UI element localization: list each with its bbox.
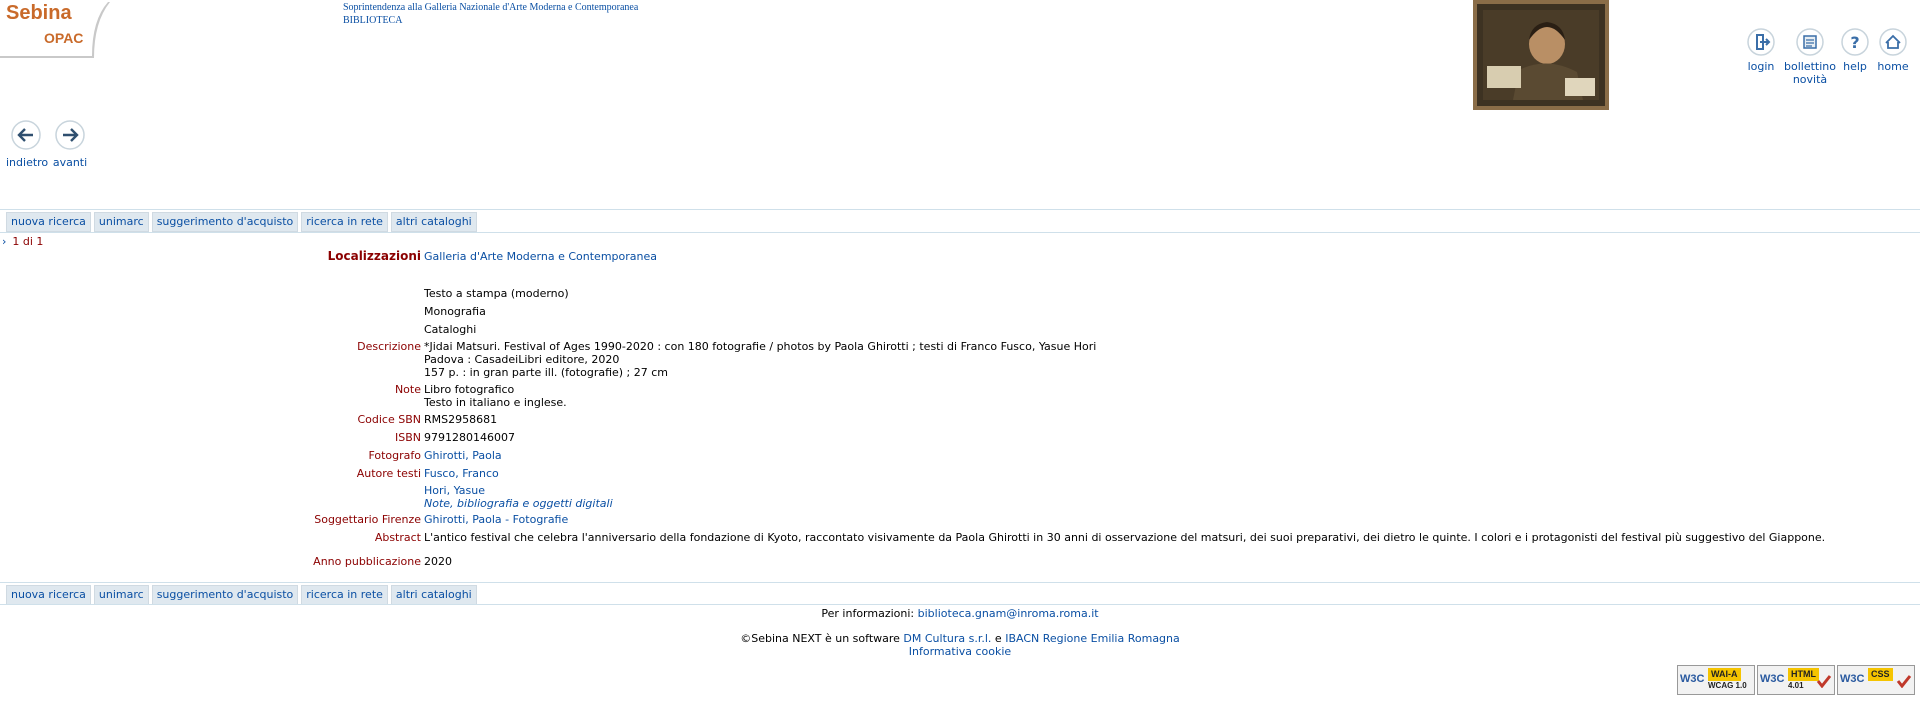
- back-label: indietro: [6, 156, 49, 169]
- label-localizzazioni: Localizzazioni: [327, 249, 421, 263]
- note-line-2: Testo in italiano e inglese.: [424, 396, 567, 409]
- badge-css[interactable]: W3C CSS: [1837, 665, 1915, 695]
- chevron-right-icon[interactable]: ›: [2, 235, 6, 248]
- label-anno: Anno pubblicazione: [313, 555, 421, 568]
- value-fotografo[interactable]: Ghirotti, Paola: [424, 449, 502, 462]
- record-type-text: Testo a stampa (moderno): [424, 287, 569, 300]
- bottom-menu-unimarc[interactable]: unimarc: [93, 585, 149, 605]
- menu-divider-bottom: [0, 232, 1920, 233]
- newsletter-icon: [1796, 28, 1824, 56]
- bollettino-novita-button[interactable]: bollettino novità: [1784, 28, 1836, 86]
- menu-unimarc[interactable]: unimarc: [93, 212, 149, 232]
- menu-divider-top: [0, 209, 1920, 210]
- sebina-opac-logo[interactable]: Sebina OPAC: [0, 0, 112, 60]
- label-isbn: ISBN: [394, 431, 421, 444]
- svg-text:?: ?: [1850, 33, 1859, 52]
- bottom-menu-altri-cataloghi[interactable]: altri cataloghi: [390, 585, 477, 605]
- footer-credits: ©Sebina NEXT è un software DM Cultura s.…: [0, 632, 1920, 658]
- help-label: help: [1843, 60, 1867, 73]
- badge-css-w3c: W3C: [1840, 673, 1865, 685]
- home-label: home: [1877, 60, 1909, 73]
- label-soggettario: Soggettario Firenze: [314, 513, 421, 526]
- help-button[interactable]: ? help: [1840, 28, 1870, 73]
- value-note: Libro fotografico Testo in italiano e in…: [424, 383, 567, 409]
- menu-ricerca-in-rete[interactable]: ricerca in rete: [301, 212, 388, 232]
- checkmark-icon: [1896, 675, 1912, 688]
- label-fotografo: Fotografo: [368, 449, 421, 462]
- descrizione-physical: 157 p. : in gran parte ill. (fotografie)…: [424, 366, 669, 379]
- footer-credits-text: ©Sebina NEXT è un software: [740, 632, 900, 645]
- badge-wai-a[interactable]: W3C WAI-A WCAG 1.0: [1677, 665, 1755, 695]
- value-descrizione: *Jidai Matsuri. Festival of Ages 1990-20…: [424, 340, 1096, 379]
- logo-word-sebina: Sebina: [6, 2, 72, 24]
- forward-button[interactable]: avanti: [50, 120, 90, 169]
- header-painting-image: [1473, 0, 1609, 110]
- bottom-menu-nuova-ricerca[interactable]: nuova ricerca: [6, 585, 91, 605]
- login-button[interactable]: login: [1746, 28, 1776, 73]
- login-icon: [1747, 28, 1775, 56]
- label-autore-testi: Autore testi: [356, 467, 421, 480]
- novita-label: novità: [1792, 73, 1828, 86]
- login-label: login: [1747, 60, 1775, 73]
- checkmark-icon: [1816, 675, 1832, 688]
- record-pager: › 1 di 1: [2, 235, 43, 248]
- top-menu-bar: nuova ricerca unimarc suggerimento d'acq…: [6, 212, 477, 232]
- badge-html-title: HTML: [1788, 668, 1819, 681]
- badge-wai-sub: WCAG 1.0: [1708, 681, 1747, 690]
- value-isbn: 9791280146007: [424, 431, 515, 444]
- value-autore-hori[interactable]: Hori, Yasue: [424, 484, 485, 497]
- logo-word-opac: OPAC: [44, 30, 84, 46]
- record-genre: Cataloghi: [424, 323, 477, 336]
- note-line-1: Libro fotografico: [424, 383, 515, 396]
- institution-name: Soprintendenza alla Galleria Nazionale d…: [343, 2, 639, 13]
- label-abstract: Abstract: [374, 531, 421, 544]
- value-autore-fusco[interactable]: Fusco, Franco: [424, 467, 499, 480]
- institution-header: Soprintendenza alla Galleria Nazionale d…: [343, 1, 638, 27]
- home-button[interactable]: home: [1876, 28, 1910, 73]
- footer-email-link[interactable]: biblioteca.gnam@inroma.roma.it: [918, 607, 1099, 620]
- bottom-menu-divider-top: [0, 582, 1920, 583]
- arrow-right-icon: [55, 120, 85, 150]
- back-button[interactable]: indietro: [6, 120, 49, 169]
- badge-css-title: CSS: [1868, 668, 1893, 681]
- badge-html-w3c: W3C: [1760, 673, 1785, 685]
- menu-suggerimento-acquisto[interactable]: suggerimento d'acquisto: [151, 212, 299, 232]
- label-codice-sbn: Codice SBN: [357, 413, 421, 426]
- label-note: Note: [394, 383, 421, 396]
- bottom-menu-bar: nuova ricerca unimarc suggerimento d'acq…: [6, 585, 477, 605]
- badge-html-sub: 4.01: [1788, 681, 1804, 690]
- value-codice-sbn: RMS2958681: [424, 413, 498, 426]
- descrizione-title: *Jidai Matsuri. Festival of Ages 1990-20…: [424, 340, 1097, 353]
- help-icon: ?: [1841, 28, 1869, 56]
- bottom-menu-suggerimento-acquisto[interactable]: suggerimento d'acquisto: [151, 585, 299, 605]
- bottom-menu-ricerca-in-rete[interactable]: ricerca in rete: [301, 585, 388, 605]
- value-localizzazioni[interactable]: Galleria d'Arte Moderna e Contemporanea: [424, 250, 657, 263]
- value-abstract: L'antico festival che celebra l'annivers…: [424, 531, 1826, 544]
- value-soggettario[interactable]: Ghirotti, Paola - Fotografie: [424, 513, 568, 526]
- bollettino-label: bollettino: [1784, 60, 1836, 73]
- badge-wai-title: WAI-A: [1708, 668, 1741, 681]
- menu-altri-cataloghi[interactable]: altri cataloghi: [390, 212, 477, 232]
- footer-ibacn-link[interactable]: IBACN Regione Emilia Romagna: [1005, 632, 1180, 645]
- footer-contact: Per informazioni: biblioteca.gnam@inroma…: [0, 607, 1920, 620]
- value-anno: 2020: [424, 555, 452, 568]
- footer-info-label: Per informazioni:: [821, 607, 915, 620]
- record-level: Monografia: [424, 305, 486, 318]
- home-icon: [1879, 28, 1907, 56]
- menu-nuova-ricerca[interactable]: nuova ricerca: [6, 212, 91, 232]
- bottom-menu-divider-bottom: [0, 604, 1920, 605]
- pager-count: 1 di 1: [12, 235, 44, 248]
- forward-label: avanti: [52, 156, 88, 169]
- badge-html[interactable]: W3C HTML 4.01: [1757, 665, 1835, 695]
- arrow-left-icon: [11, 120, 41, 150]
- footer-dm-cultura-link[interactable]: DM Cultura s.r.l.: [903, 632, 991, 645]
- footer-credits-and: e: [994, 632, 1002, 645]
- badge-wai-w3c: W3C: [1680, 673, 1705, 685]
- descrizione-publication: Padova : CasadeiLibri editore, 2020: [424, 353, 620, 366]
- label-descrizione: Descrizione: [357, 340, 421, 353]
- footer-cookie-link[interactable]: Informativa cookie: [909, 645, 1011, 658]
- link-note-bibliografia[interactable]: Note, bibliografia e oggetti digitali: [424, 497, 613, 510]
- institution-library: BIBLIOTECA: [343, 15, 403, 26]
